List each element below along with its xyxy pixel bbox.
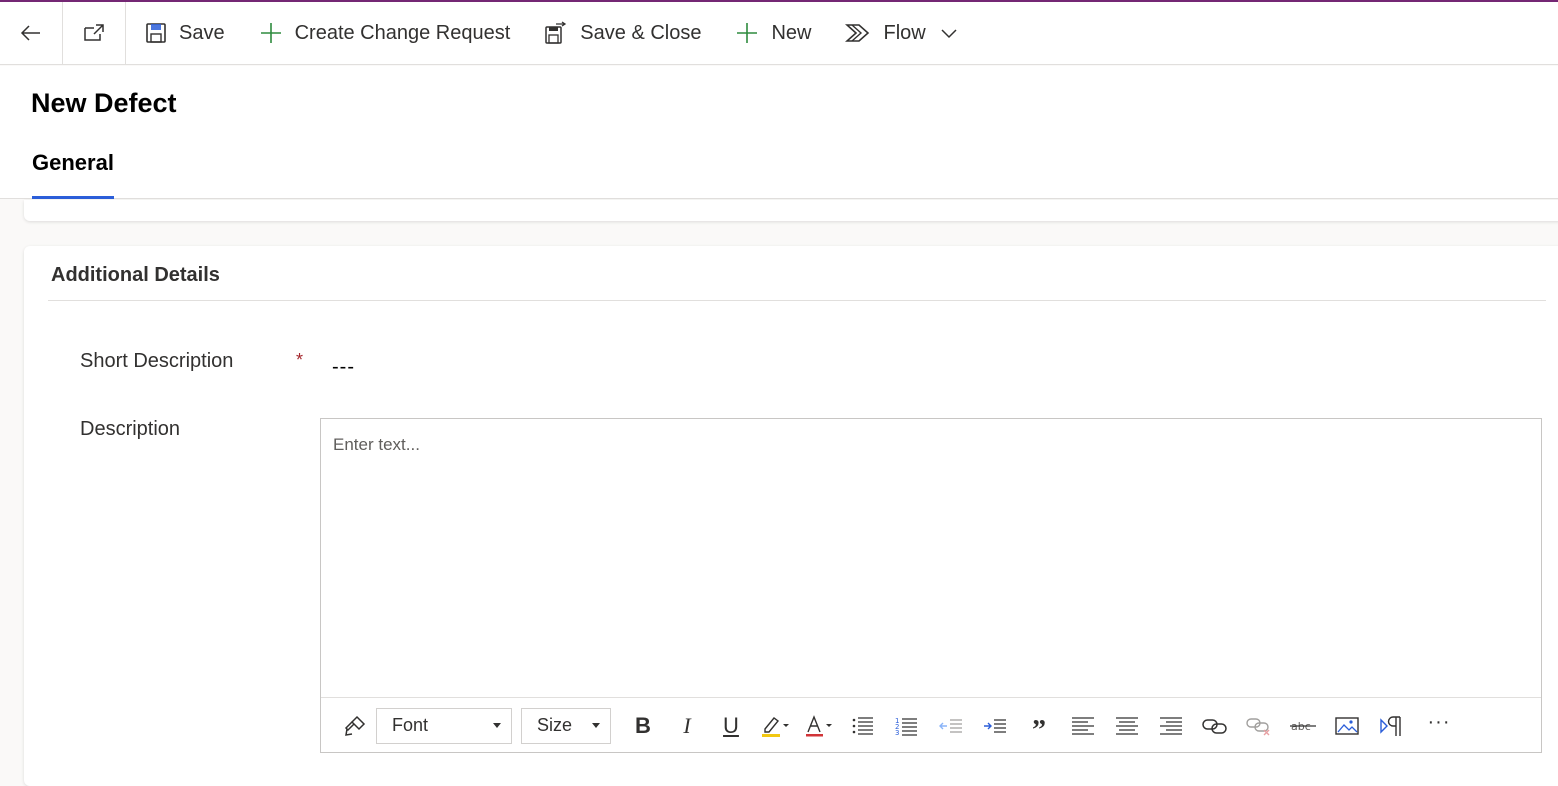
bold-icon: B (635, 712, 651, 738)
section-title: Additional Details (51, 264, 220, 286)
command-bar: Save Create Change Request Save & Close … (0, 1, 1558, 65)
align-left-button[interactable] (1061, 706, 1105, 746)
strikethrough-button[interactable]: abc (1281, 706, 1325, 746)
caret-down-icon (493, 723, 501, 728)
bold-button[interactable]: B (621, 706, 665, 746)
insert-image-button[interactable] (1325, 706, 1369, 746)
tab-general[interactable]: General (32, 150, 114, 199)
decrease-indent-button[interactable] (929, 706, 973, 746)
more-options-icon: ··· (1427, 710, 1451, 733)
paragraph-ltr-icon (1380, 715, 1401, 736)
previous-section-card (24, 200, 1558, 221)
short-description-field[interactable]: --- (332, 356, 355, 379)
align-right-button[interactable] (1149, 706, 1193, 746)
increase-indent-button[interactable] (973, 706, 1017, 746)
description-label: Description (80, 418, 181, 440)
open-in-new-window-icon (84, 24, 104, 41)
link-icon (1202, 718, 1227, 734)
align-right-icon (1160, 716, 1182, 735)
paragraph-direction-button[interactable] (1369, 706, 1413, 746)
font-color-icon (806, 714, 832, 736)
save-close-label: Save & Close (580, 21, 702, 44)
create-change-request-button[interactable]: Create Change Request (242, 2, 528, 65)
align-left-icon (1072, 716, 1094, 735)
quote-icon: ” (1032, 714, 1046, 746)
save-label: Save (179, 21, 225, 44)
new-label: New (771, 21, 812, 44)
description-rich-text-editor[interactable]: Enter text... Font Size B I U 1 2 3 ” ab… (320, 418, 1542, 753)
save-icon (146, 23, 166, 43)
required-indicator: * (296, 350, 304, 370)
size-select[interactable]: Size (521, 707, 611, 744)
font-select-label: Font (392, 715, 429, 735)
page-title: New Defect (31, 88, 177, 118)
additional-details-section: Additional Details Short Description * -… (24, 246, 1558, 786)
back-button[interactable] (0, 1, 63, 65)
flow-icon (845, 24, 870, 42)
numbered-list-icon: 123 (895, 717, 917, 736)
italic-button[interactable]: I (665, 706, 709, 746)
section-divider (48, 300, 1546, 301)
save-close-button[interactable]: Save & Close (527, 2, 718, 65)
more-options-button[interactable]: ··· (1417, 706, 1461, 746)
create-change-request-label: Create Change Request (294, 21, 511, 44)
italic-icon: I (683, 712, 691, 738)
format-painter-button[interactable] (335, 706, 375, 746)
bulleted-list-icon (852, 716, 873, 735)
back-arrow-icon (20, 25, 40, 41)
save-button[interactable]: Save (126, 2, 242, 65)
flow-label: Flow (883, 21, 926, 44)
svg-text:3: 3 (895, 729, 899, 736)
bulleted-list-button[interactable] (841, 706, 885, 746)
size-select-label: Size (537, 715, 573, 735)
image-icon (1335, 716, 1359, 735)
increase-indent-icon (984, 718, 1006, 733)
align-center-button[interactable] (1105, 706, 1149, 746)
short-description-label: Short Description (80, 350, 234, 372)
highlight-color-button[interactable] (753, 706, 797, 746)
highlighter-icon (762, 716, 789, 737)
numbered-list-button[interactable]: 123 (885, 706, 929, 746)
flow-dropdown-button[interactable] (934, 2, 968, 65)
chevron-down-icon (941, 29, 957, 39)
align-center-icon (1116, 716, 1138, 735)
remove-link-button[interactable] (1237, 706, 1281, 746)
description-placeholder[interactable]: Enter text... (333, 435, 420, 455)
save-close-icon (545, 21, 567, 44)
blockquote-button[interactable]: ” (1017, 706, 1061, 746)
unlink-icon (1246, 717, 1270, 735)
font-select[interactable]: Font (376, 707, 512, 744)
plus-icon (737, 23, 758, 43)
flow-button[interactable]: Flow (828, 2, 933, 65)
plus-icon (260, 23, 281, 43)
open-in-new-window-button[interactable] (63, 1, 126, 65)
insert-link-button[interactable] (1193, 706, 1237, 746)
form-header: New Defect General (0, 66, 1558, 199)
decrease-indent-icon (939, 718, 962, 733)
rich-text-toolbar: Font Size B I U 1 2 3 ” abc ··· (321, 697, 1541, 753)
new-button[interactable]: New (718, 2, 828, 65)
caret-down-icon (592, 723, 600, 728)
format-painter-icon (344, 715, 366, 736)
underline-icon: U (723, 712, 739, 738)
underline-button[interactable]: U (709, 706, 753, 746)
strikethrough-icon: abc (1290, 720, 1316, 733)
font-color-button[interactable] (797, 706, 841, 746)
